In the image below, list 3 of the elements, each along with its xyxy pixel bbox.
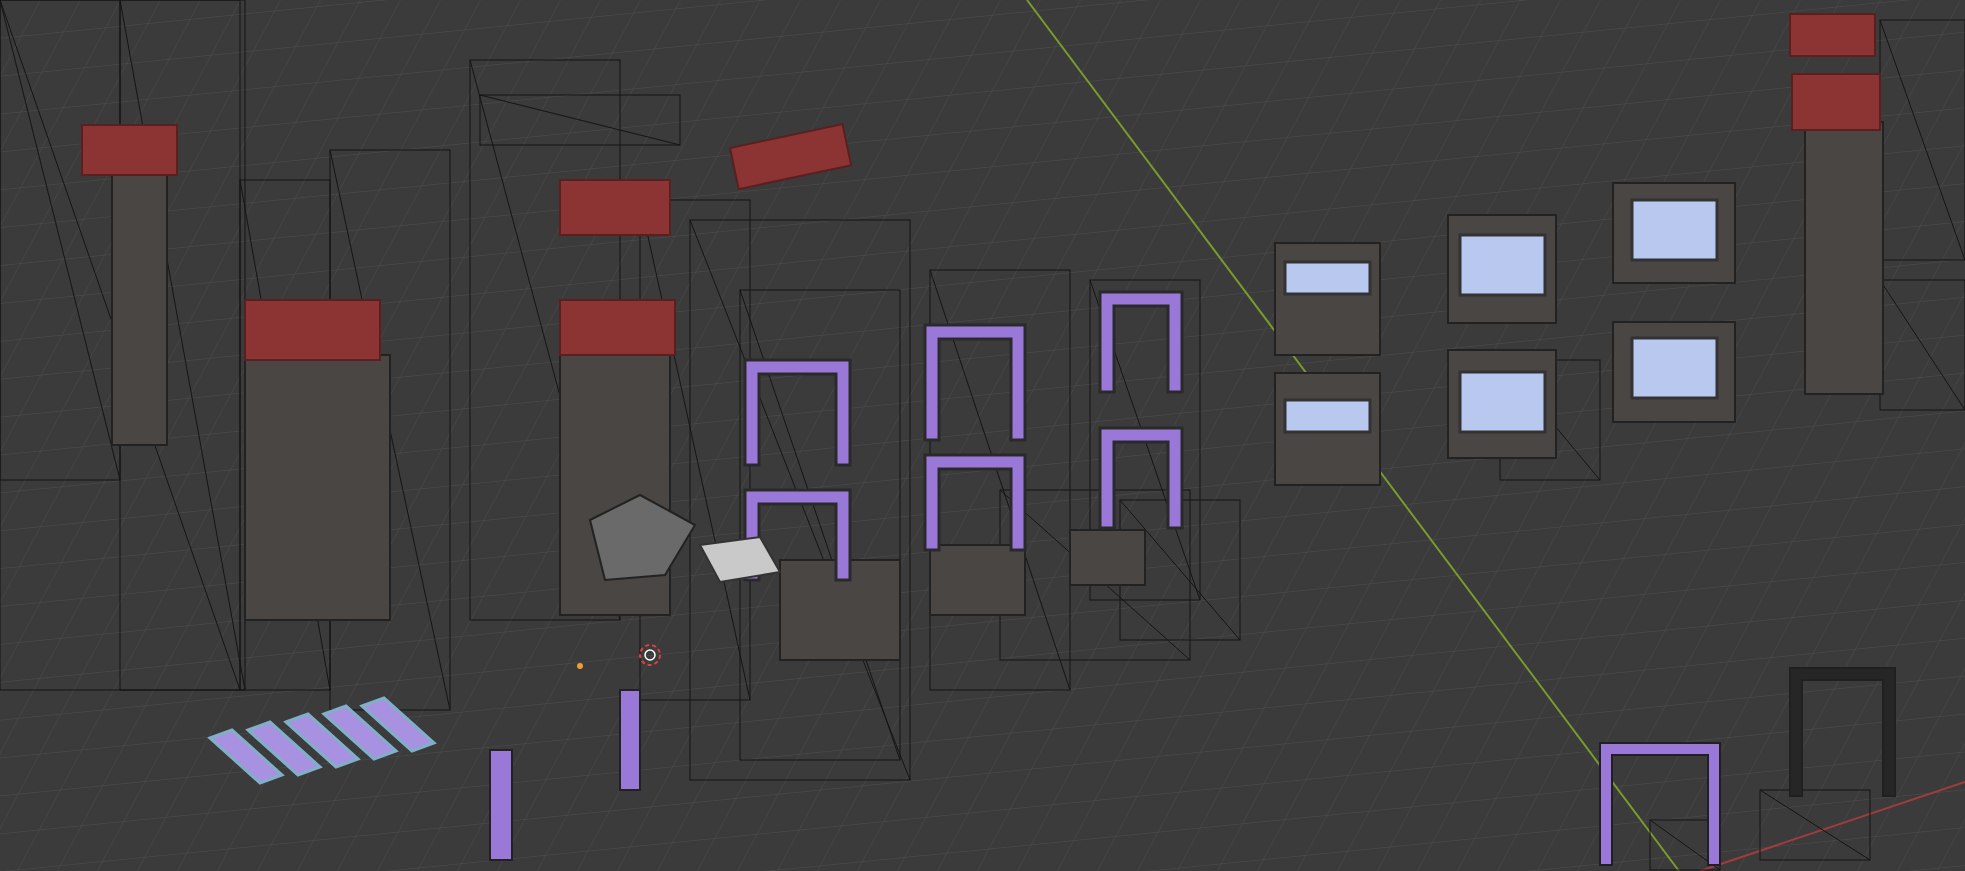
3d-cursor-icon[interactable] [639, 644, 661, 666]
3d-models-drawing[interactable] [0, 0, 1965, 871]
origin-point-icon [577, 663, 583, 669]
